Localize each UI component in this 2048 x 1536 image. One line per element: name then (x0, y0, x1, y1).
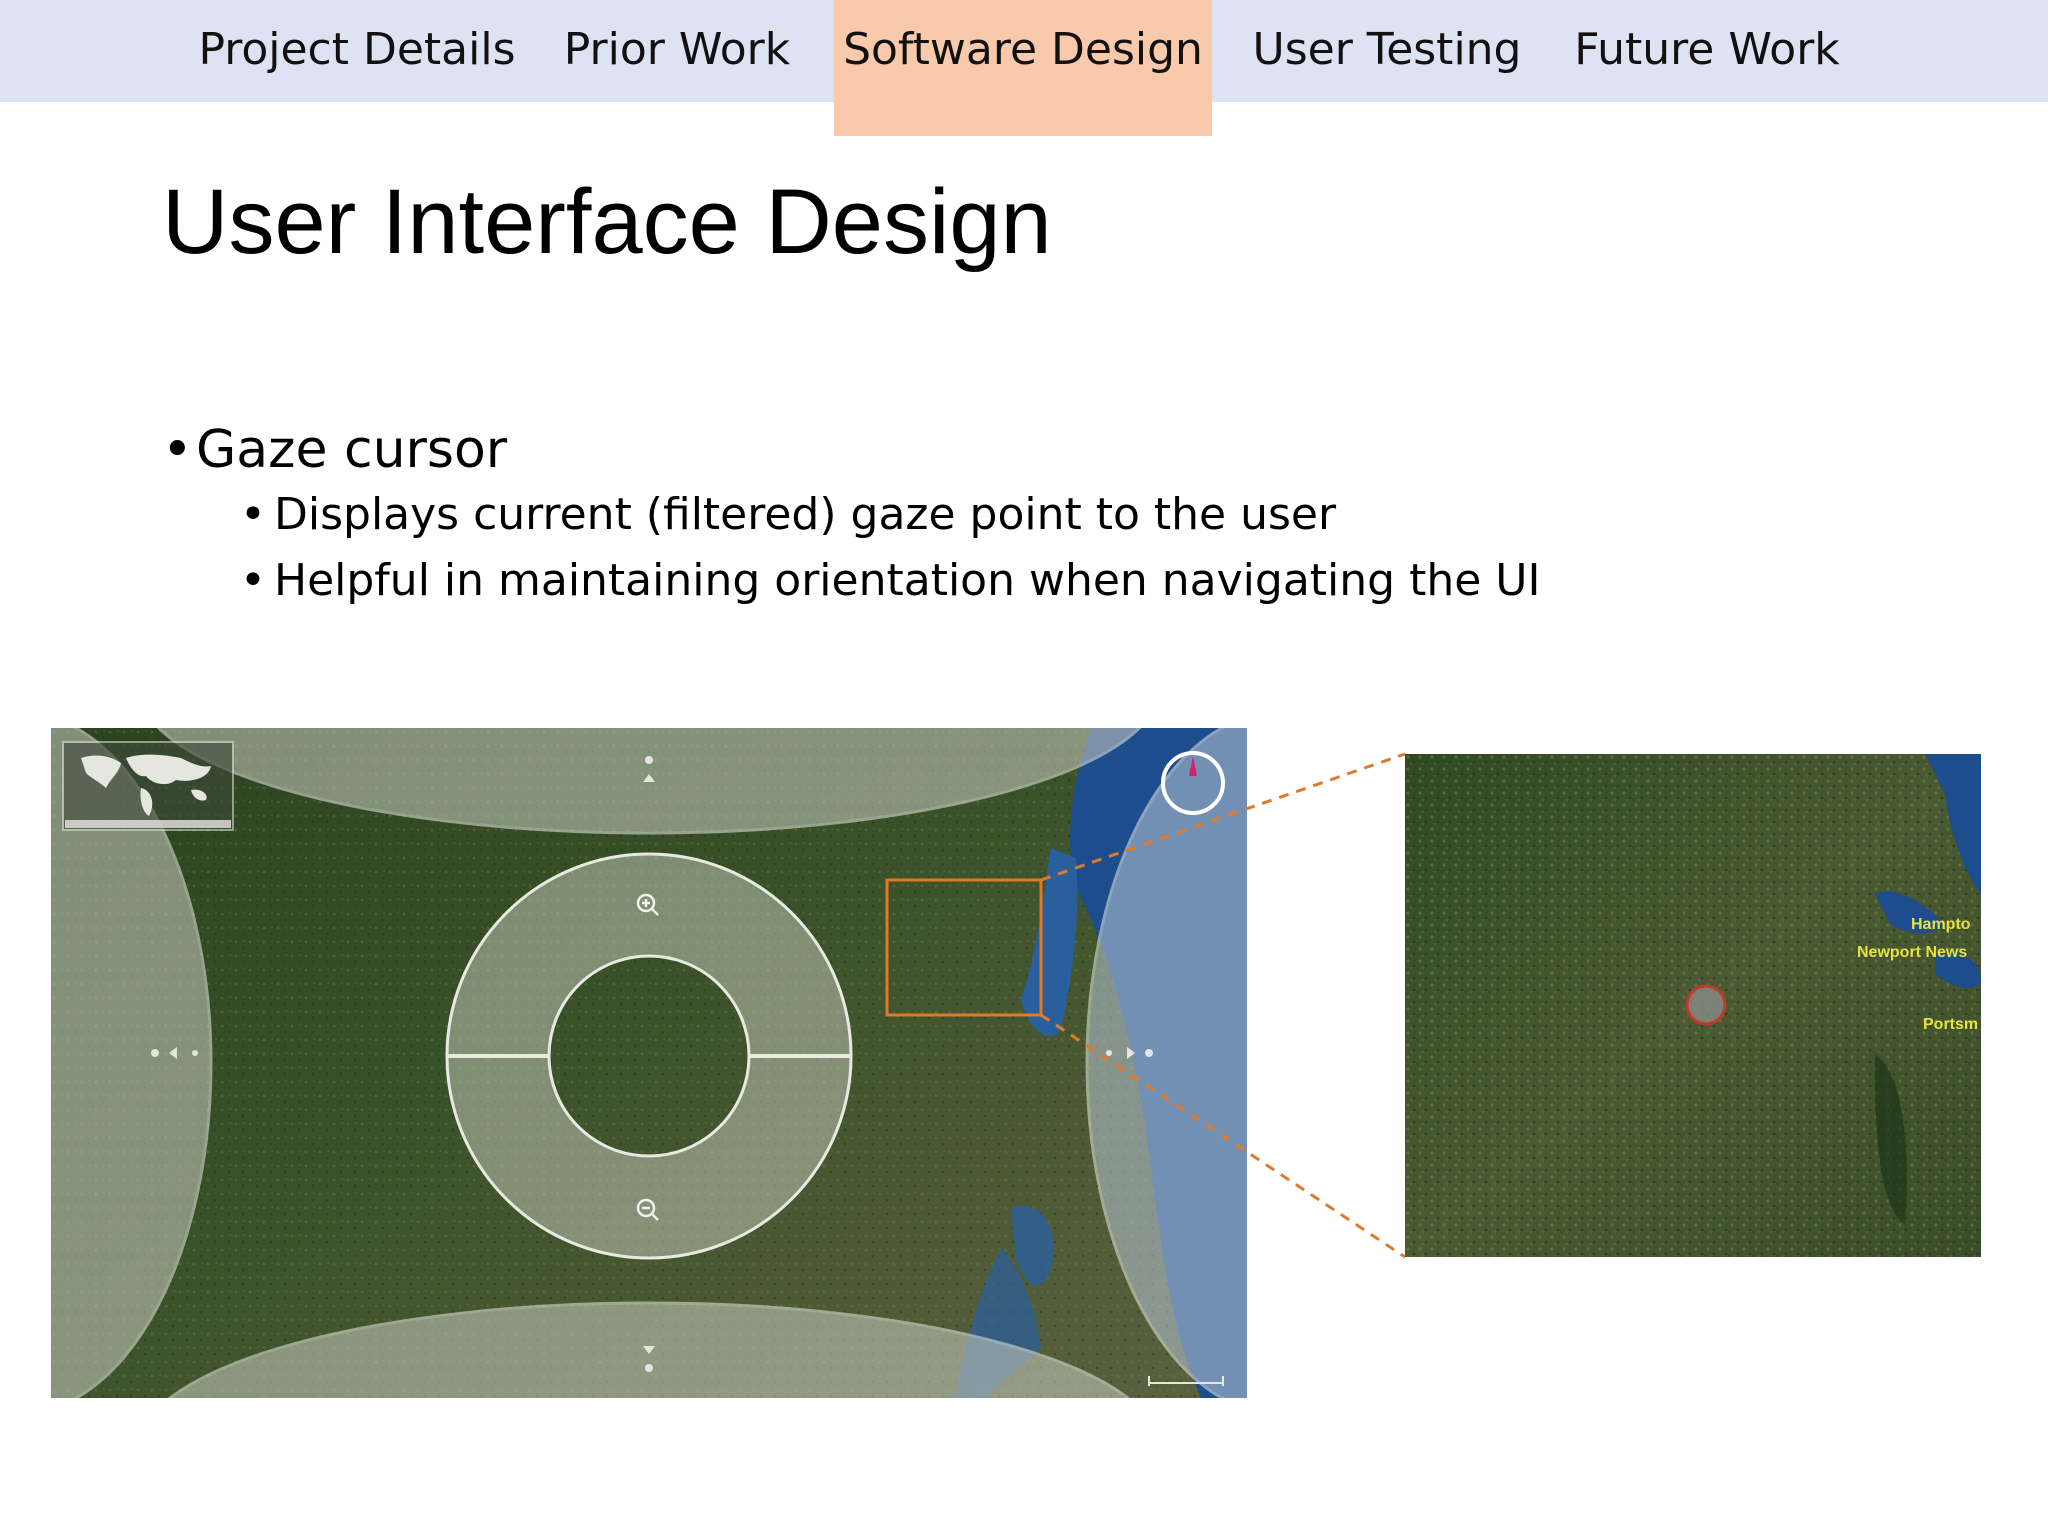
map-label: Hampto (1911, 916, 1971, 933)
map-label: Newport News (1857, 944, 1967, 961)
zoomed-satellite-map: Hampto Newport News Portsm (1405, 754, 1981, 1257)
map-label: Portsm (1923, 1016, 1978, 1033)
zoomed-gaze-view: Hampto Newport News Portsm (1405, 754, 1981, 1257)
gaze-cursor (1685, 984, 1727, 1026)
